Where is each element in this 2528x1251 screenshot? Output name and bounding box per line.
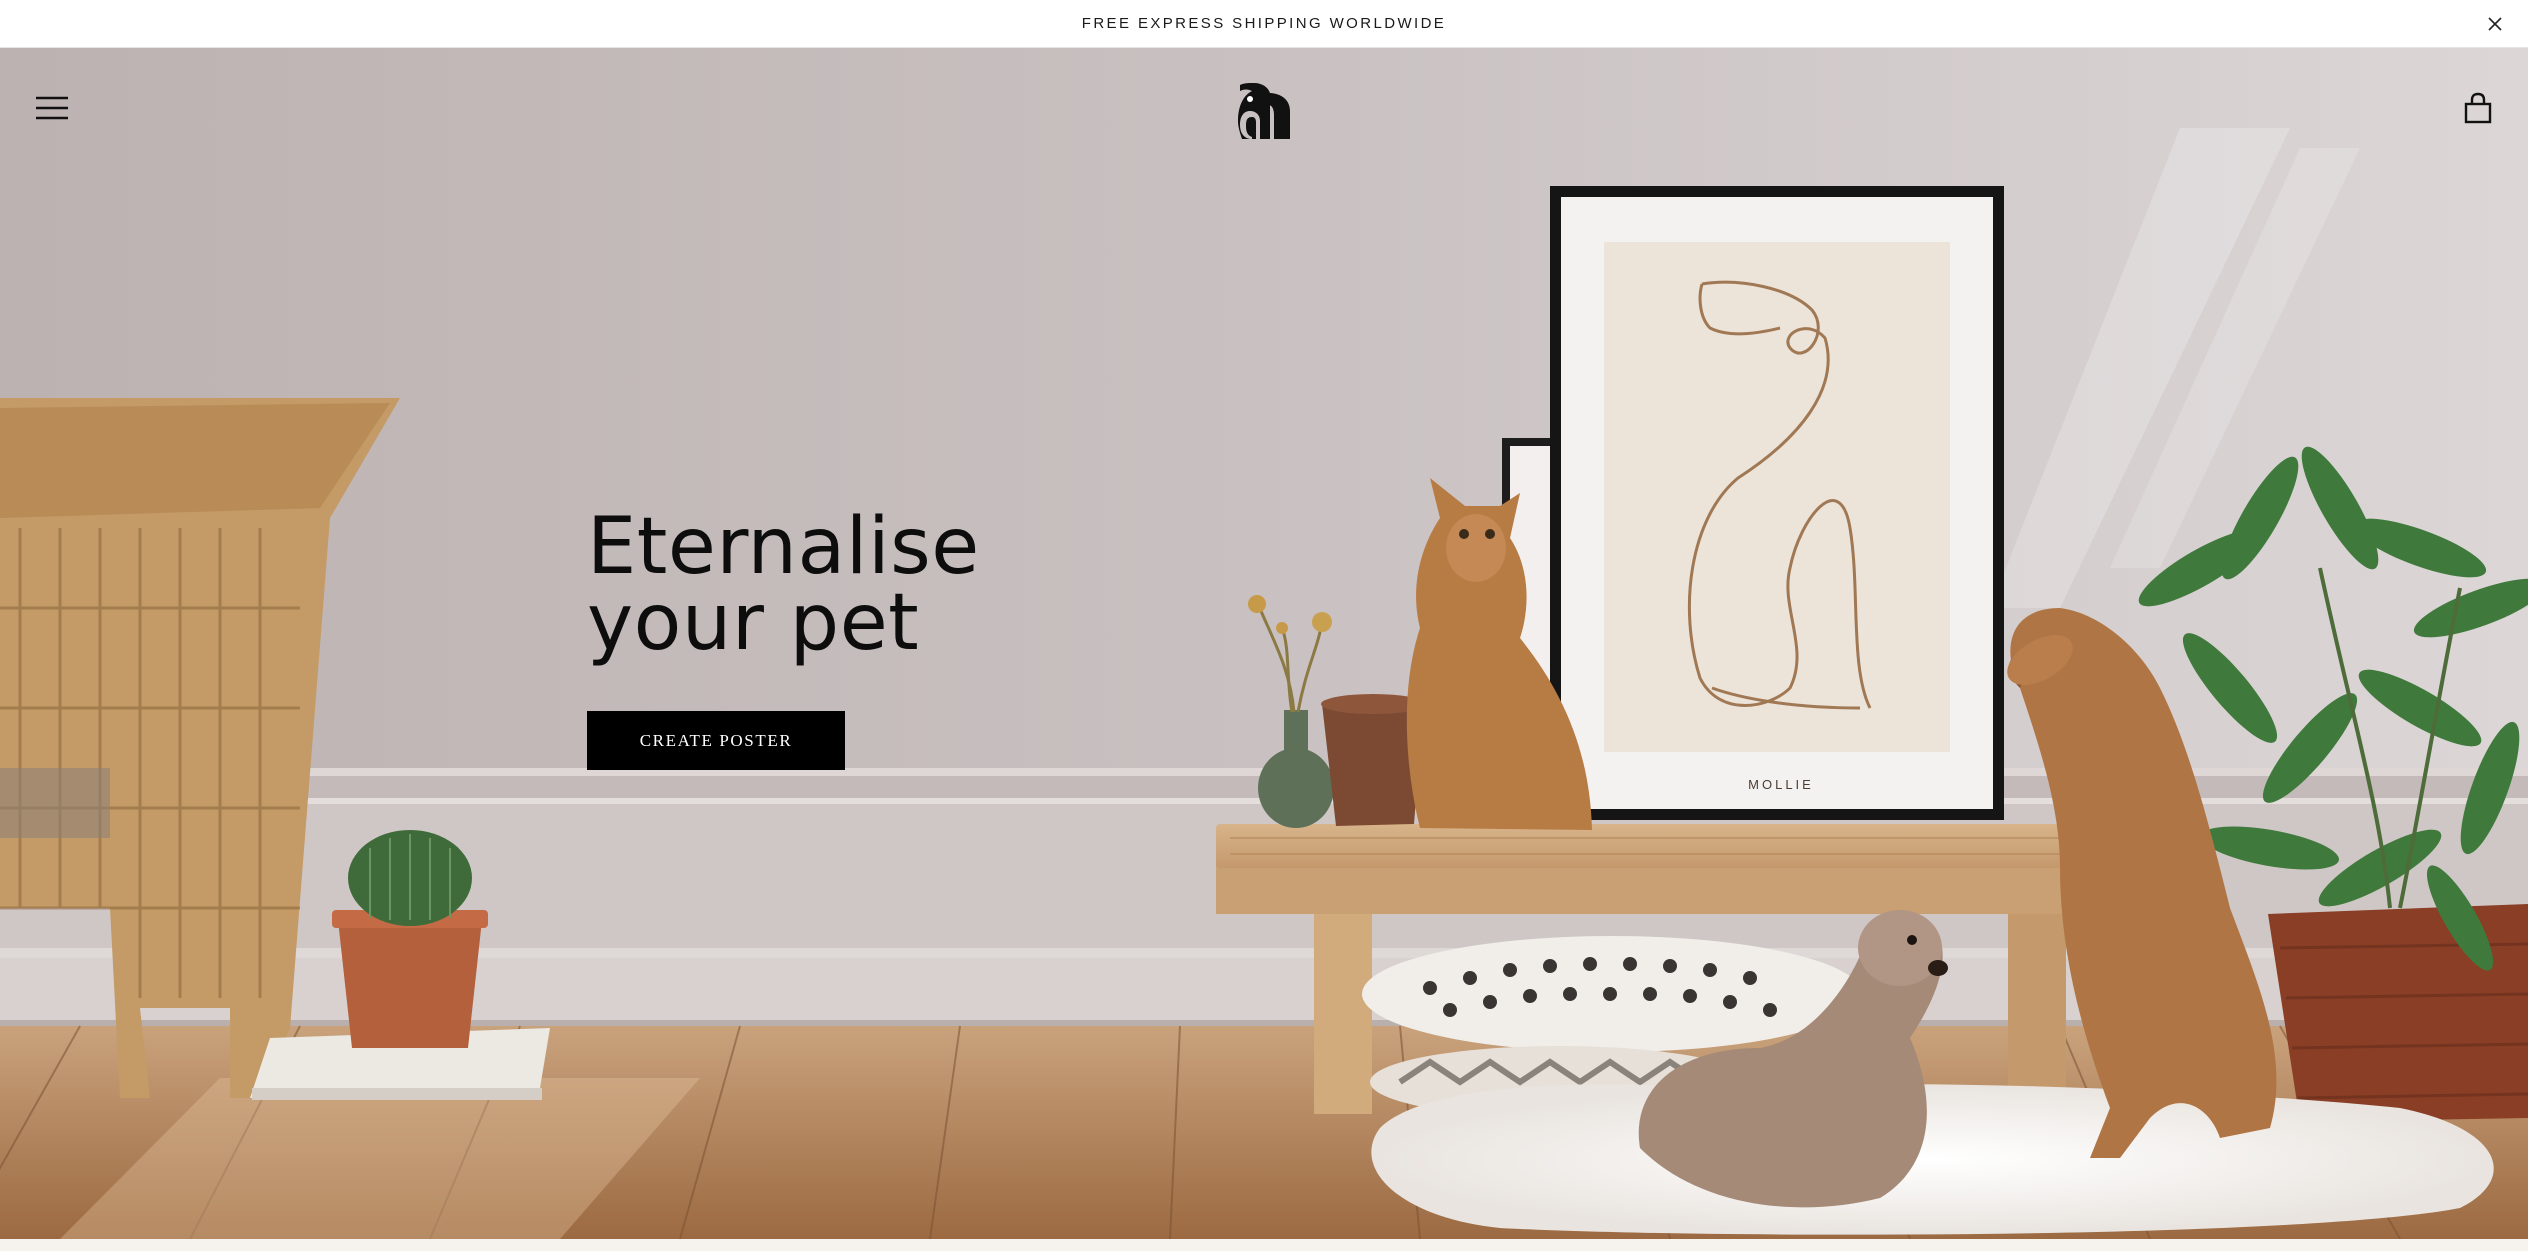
hero-banner: MOLLIE Eternalise your pet CREATE POSTER [0, 48, 2528, 1239]
hamburger-menu-icon [36, 96, 68, 120]
site-header [0, 48, 2528, 172]
hero-background-image: MOLLIE [0, 48, 2528, 1239]
close-announcement-button[interactable] [2480, 9, 2510, 39]
menu-button[interactable] [30, 90, 74, 126]
announcement-bar: FREE EXPRESS SHIPPING WORLDWIDE [0, 0, 2528, 48]
announcement-text: FREE EXPRESS SHIPPING WORLDWIDE [1081, 15, 1447, 32]
poster-name-caption: MOLLIE [1748, 777, 1814, 792]
page-bottom-edge [0, 1239, 2528, 1251]
brand-logo-icon [1238, 83, 1290, 139]
create-poster-button[interactable]: CREATE POSTER [587, 711, 845, 770]
close-icon [2488, 17, 2502, 31]
shopping-bag-icon [2464, 92, 2492, 124]
hero-copy: Eternalise your pet CREATE POSTER [587, 502, 1107, 770]
hero-title: Eternalise your pet [587, 502, 980, 668]
cart-button[interactable] [2462, 92, 2494, 126]
brand-logo-link[interactable] [1238, 81, 1294, 141]
